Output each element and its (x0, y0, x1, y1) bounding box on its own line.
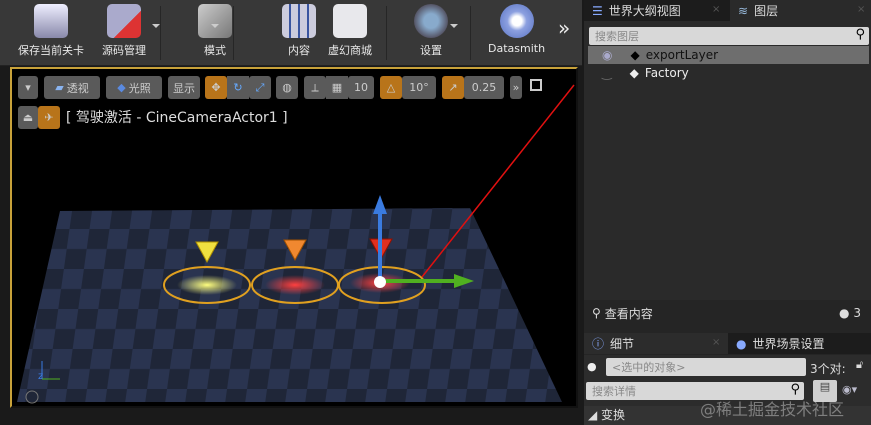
world-space-button[interactable]: ◍ (276, 76, 298, 99)
annotation-arrow (421, 84, 575, 278)
marketplace-button[interactable]: 虚幻商城 (328, 4, 372, 62)
viewport-options-button[interactable]: ▾ (18, 76, 38, 99)
layer-row-exportLayer[interactable]: ◉ ◆ exportLayer (588, 46, 869, 64)
visibility-eye-icon[interactable]: ◉▾ (842, 383, 857, 396)
scale-icon: ⤢ (255, 80, 265, 94)
translate-tool-button[interactable]: ✥ (205, 76, 227, 99)
tab-layers[interactable]: ≋ 图层 (730, 0, 871, 21)
light-glow (177, 275, 237, 295)
gizmo-center[interactable] (374, 276, 386, 288)
chevron-down-icon[interactable] (450, 24, 458, 28)
sphere-icon: ● (839, 306, 850, 320)
rotate-tool-button[interactable]: ↻ (227, 76, 249, 99)
close-icon[interactable]: × (712, 4, 720, 15)
source-control-button[interactable]: 源码管理 (102, 4, 146, 62)
toolbar-more-button[interactable]: » (558, 16, 570, 40)
eye-visible-icon[interactable]: ◉ (602, 48, 612, 62)
layer-count: ● 3 (839, 306, 861, 320)
eject-button[interactable]: ⏏ (18, 106, 38, 129)
rotate-icon: ↻ (233, 81, 243, 94)
rotate-snap-value[interactable]: 10° (402, 76, 436, 99)
rotate-snap-button[interactable]: △ (380, 76, 402, 99)
move-icon: ✥ (211, 81, 221, 94)
layers-icon: ≋ (738, 3, 749, 18)
layers-search-input[interactable]: 搜索图层 ⚲ (589, 27, 869, 45)
info-icon: ⓘ (592, 337, 605, 351)
eject-icon: ⏏ (22, 111, 34, 124)
tab-world-outliner[interactable]: ☰ 世界大纲视图 (584, 0, 730, 21)
viewport-more-button[interactable]: » (510, 76, 522, 99)
save-level-button[interactable]: 保存当前关卡 (18, 4, 84, 62)
source-control-icon (107, 4, 141, 38)
surface-snap-button[interactable]: ⟂ (304, 76, 326, 99)
lighting-button[interactable]: ◆ 光照 (106, 76, 162, 99)
show-button[interactable]: 显示 (168, 76, 200, 99)
search-icon[interactable]: ⚲ (790, 382, 800, 397)
chevron-down-icon[interactable] (152, 24, 160, 28)
maximize-viewport-icon[interactable] (530, 79, 542, 91)
settings-button[interactable]: 设置 (414, 4, 448, 62)
modes-button[interactable]: 模式 (198, 4, 232, 62)
save-floppy-icon (34, 4, 68, 38)
lit-cube-icon: ◆ (117, 81, 126, 94)
datasmith-plug-icon (499, 4, 534, 38)
perspective-button[interactable]: ▰ 透视 (44, 76, 100, 99)
datasmith-button[interactable]: Datasmith (488, 4, 545, 62)
layer-row-Factory[interactable]: ‿ ◆ Factory (588, 64, 869, 82)
eye-hidden-icon[interactable]: ‿ (602, 66, 612, 80)
tab-world-settings[interactable]: ● 世界场景设置 (728, 333, 871, 354)
actor-sphere-icon: ● (587, 360, 597, 373)
angle-icon: △ (386, 81, 396, 94)
layer-icon: ◆ (629, 66, 639, 80)
globe-icon: ◍ (282, 81, 292, 94)
search-icon: ⚲ (592, 306, 601, 320)
pilot-status-label: [ 驾驶激活 - CineCameraActor1 ] (66, 110, 288, 126)
surface-snap-icon: ⟂ (311, 80, 319, 94)
world-globe-icon: ● (736, 336, 747, 351)
selected-count: 3个对: (810, 362, 846, 376)
perspective-icon: ▰ (55, 81, 64, 94)
scale-tool-button[interactable]: ⤢ (249, 76, 271, 99)
right-panel: ☰ 世界大纲视图 × ≋ 图层 × 搜索图层 ⚲ ◉ ◆ exportLayer ‿ ◆ Fa… (584, 0, 871, 425)
scale-snap-value[interactable]: 0.25 (464, 76, 504, 99)
selected-objects-field[interactable]: <选中的对象> (606, 358, 806, 376)
layer-icon: ◆ (630, 48, 640, 62)
scale-arrow-icon: ↗ (448, 81, 458, 94)
settings-gear-icon (414, 4, 448, 38)
grid-snap-button[interactable]: ▦ (326, 76, 348, 99)
light-glow (265, 275, 325, 295)
level-viewport[interactable]: z ▾ ▰ 透视 ◆ 光照 显示 ✥ ↻ ⤢ ◍ ⟂ ▦ 10 △ 10° ↗ 0.… (10, 67, 578, 408)
view-content-bar: ⚲ 查看内容 ● 3 (592, 306, 861, 321)
tab-details[interactable]: ⓘ 细节 (584, 333, 728, 354)
chevron-down-icon[interactable] (211, 24, 219, 28)
lock-icon[interactable]: 🔓︎ (856, 358, 863, 372)
table-icon: ▤ (819, 380, 831, 393)
search-icon[interactable]: ⚲ (855, 27, 865, 42)
marketplace-bag-icon (333, 4, 367, 38)
watermark: @稀土掘金技术社区 (700, 400, 845, 419)
grid-snap-value[interactable]: 10 (348, 76, 374, 99)
floor-plane (17, 208, 562, 402)
camera-actor-icon: ✈ (44, 111, 54, 124)
main-toolbar: 保存当前关卡 源码管理 模式 内容 虚幻商城 设置 Datasmith » (0, 0, 582, 66)
gizmo-z-arrowhead[interactable] (373, 195, 387, 214)
pilot-camera-button[interactable]: ✈ (38, 106, 60, 129)
scale-snap-button[interactable]: ↗ (442, 76, 464, 99)
modes-wrench-icon (198, 4, 232, 38)
grid-icon: ▦ (331, 81, 343, 94)
content-button[interactable]: 内容 (282, 4, 316, 62)
close-icon[interactable]: × (857, 4, 865, 15)
close-icon[interactable]: × (712, 337, 720, 348)
content-grid-icon (282, 4, 316, 38)
outliner-icon: ☰ (592, 3, 603, 18)
